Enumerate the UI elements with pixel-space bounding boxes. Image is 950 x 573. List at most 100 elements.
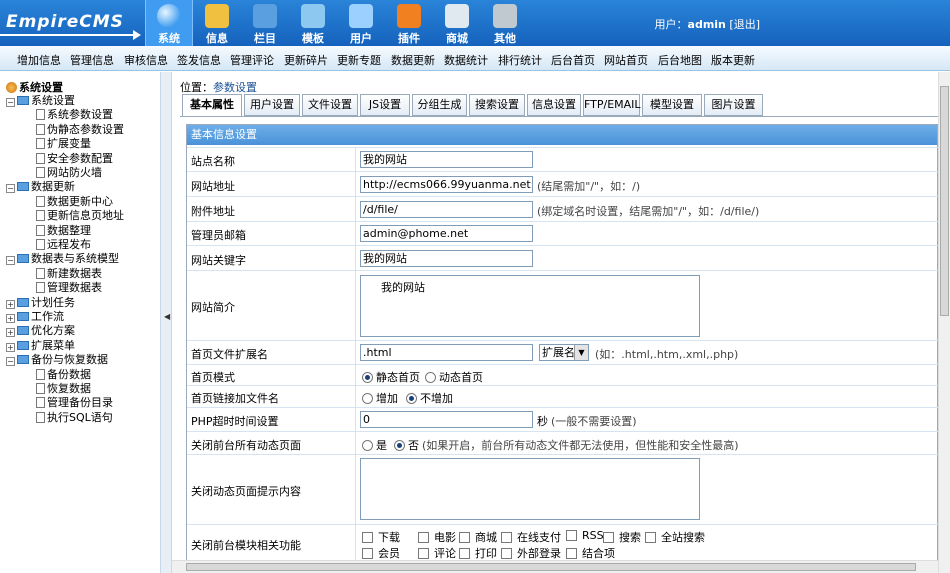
- index-link-radio-noadd[interactable]: 不增加: [406, 390, 453, 406]
- tab-3[interactable]: JS设置: [360, 94, 410, 116]
- tab-4[interactable]: 分组生成: [412, 94, 467, 116]
- tab-6[interactable]: 信息设置: [527, 94, 581, 116]
- module-checkbox-row2-0[interactable]: 会员: [362, 545, 400, 561]
- logo: EmpireCMS: [6, 12, 124, 32]
- index-mode-radio-dynamic[interactable]: 动态首页: [425, 369, 483, 385]
- card-icon: [445, 4, 469, 28]
- tab-9[interactable]: 图片设置: [704, 94, 763, 116]
- tab-5[interactable]: 搜索设置: [469, 94, 525, 116]
- topnav-6[interactable]: 商城: [433, 0, 481, 46]
- menu-item-5[interactable]: 更新碎片: [284, 52, 328, 68]
- topnav-3[interactable]: 模板: [289, 0, 337, 46]
- php-timeout-input[interactable]: 0: [360, 411, 533, 428]
- module-checkbox-row2-2[interactable]: 打印: [459, 545, 497, 561]
- close-dynamic-radio-yes[interactable]: 是: [362, 437, 387, 453]
- logout-link[interactable]: [退出]: [729, 18, 760, 31]
- sidebar-item-label: 优化方案: [31, 324, 75, 338]
- menu-item-4[interactable]: 管理评论: [230, 52, 274, 68]
- module-checkbox-row1-0[interactable]: 下载: [362, 529, 400, 545]
- tab-7[interactable]: FTP/EMAIL: [583, 94, 641, 116]
- index-ext-input[interactable]: .html: [360, 344, 533, 361]
- intro-textarea[interactable]: 我的网站: [360, 275, 700, 337]
- sidebar-item[interactable]: 执行SQL语句: [36, 409, 113, 425]
- attach-url-input[interactable]: /d/file/: [360, 201, 533, 218]
- menu-item-8[interactable]: 数据统计: [444, 52, 488, 68]
- topnav-7[interactable]: 其他: [481, 0, 529, 46]
- tab-0[interactable]: 基本属性: [182, 94, 242, 117]
- menu-item-12[interactable]: 后台地图: [658, 52, 702, 68]
- topnav-label: 用户: [350, 32, 372, 45]
- module-label: 外部登录: [517, 547, 561, 560]
- vertical-scrollbar[interactable]: [938, 72, 950, 573]
- php-timeout-label: PHP超时时间设置: [191, 415, 279, 428]
- row-admin-email: 管理员邮箱 admin@phome.net: [187, 221, 938, 245]
- vertical-scroll-thumb[interactable]: [940, 86, 949, 316]
- menu-item-9[interactable]: 排行统计: [498, 52, 542, 68]
- tab-1[interactable]: 用户设置: [244, 94, 300, 116]
- topnav-0[interactable]: 系统: [145, 0, 193, 46]
- document-icon: [36, 397, 45, 409]
- horizontal-scrollbar[interactable]: [172, 560, 938, 573]
- menu-item-3[interactable]: 签发信息: [177, 52, 221, 68]
- topnav-4[interactable]: 用户: [337, 0, 385, 46]
- topnav-5[interactable]: 插件: [385, 0, 433, 46]
- topnav-2[interactable]: 栏目: [241, 0, 289, 46]
- collapse-icon[interactable]: −: [6, 357, 15, 367]
- menu-item-6[interactable]: 更新专题: [337, 52, 381, 68]
- module-checkbox-row1-5[interactable]: 搜索: [603, 529, 641, 545]
- ext-select[interactable]: 扩展名 ▼: [539, 344, 589, 361]
- menu-item-2[interactable]: 审核信息: [124, 52, 168, 68]
- menu-item-13[interactable]: 版本更新: [711, 52, 755, 68]
- module-checkbox-row1-2[interactable]: 商城: [459, 529, 497, 545]
- module-checkbox-row1-3[interactable]: 在线支付: [501, 529, 561, 545]
- collapse-icon[interactable]: −: [6, 184, 15, 194]
- keywords-label: 网站关键字: [191, 254, 246, 267]
- document-icon: [36, 152, 45, 164]
- menu-item-11[interactable]: 网站首页: [604, 52, 648, 68]
- menu-item-10[interactable]: 后台首页: [551, 52, 595, 68]
- index-mode-radio-static[interactable]: 静态首页: [362, 369, 420, 385]
- module-label: RSS: [582, 529, 604, 542]
- attach-url-label: 附件地址: [191, 205, 235, 218]
- module-checkbox-row1-1[interactable]: 电影: [418, 529, 456, 545]
- document-icon: [36, 239, 45, 250]
- module-checkbox-row2-4[interactable]: 结合项: [566, 545, 615, 561]
- admin-email-input[interactable]: admin@phome.net: [360, 225, 533, 242]
- collapse-icon[interactable]: −: [6, 98, 15, 107]
- gear-icon: [493, 4, 517, 28]
- collapse-icon[interactable]: −: [6, 256, 15, 266]
- sidebar-item-label: 备份数据: [47, 367, 91, 381]
- site-name-input[interactable]: 我的网站: [360, 151, 533, 168]
- breadcrumb-link[interactable]: 参数设置: [213, 81, 257, 94]
- tab-8[interactable]: 模型设置: [642, 94, 702, 116]
- sidebar-item-label: 网站防火墙: [47, 166, 102, 179]
- module-checkbox-row2-1[interactable]: 评论: [418, 545, 456, 561]
- site-url-input[interactable]: http://ecms066.99yuanma.net:8888/: [360, 176, 533, 193]
- module-label: 会员: [378, 547, 400, 560]
- checkbox-icon: [362, 548, 373, 559]
- close-modules-label: 关闭前台模块相关功能: [191, 539, 301, 552]
- sidebar-item-label: 伪静态参数设置: [47, 122, 124, 136]
- index-link-radio-add[interactable]: 增加: [362, 390, 398, 406]
- keywords-input[interactable]: 我的网站: [360, 250, 533, 267]
- close-dynamic-radio-no[interactable]: 否: [394, 437, 419, 453]
- menu-item-7[interactable]: 数据更新: [391, 52, 435, 68]
- php-timeout-hint: (一般不需要设置): [551, 415, 637, 428]
- menu-item-0[interactable]: 增加信息: [17, 52, 61, 68]
- folder-icon: [17, 326, 29, 336]
- sidebar-splitter[interactable]: ◀: [160, 72, 172, 573]
- menu-item-1[interactable]: 管理信息: [70, 52, 114, 68]
- topnav-1[interactable]: 信息: [193, 0, 241, 46]
- close-tip-textarea[interactable]: [360, 458, 700, 520]
- tools-icon: [397, 4, 421, 28]
- module-label: 下载: [378, 531, 400, 544]
- module-label: 结合项: [582, 547, 615, 560]
- collapse-arrow-icon[interactable]: ◀: [164, 312, 170, 321]
- module-checkbox-row2-3[interactable]: 外部登录: [501, 545, 561, 561]
- folder-icon: [17, 96, 29, 105]
- module-checkbox-row1-6[interactable]: 全站搜索: [645, 529, 705, 545]
- horizontal-scroll-thumb[interactable]: [186, 563, 916, 571]
- settings-form: 基本信息设置 站点名称 我的网站 网站地址 http://ecms066.99y…: [186, 124, 938, 570]
- module-checkbox-row1-4[interactable]: RSS: [566, 529, 604, 542]
- tab-2[interactable]: 文件设置: [302, 94, 358, 116]
